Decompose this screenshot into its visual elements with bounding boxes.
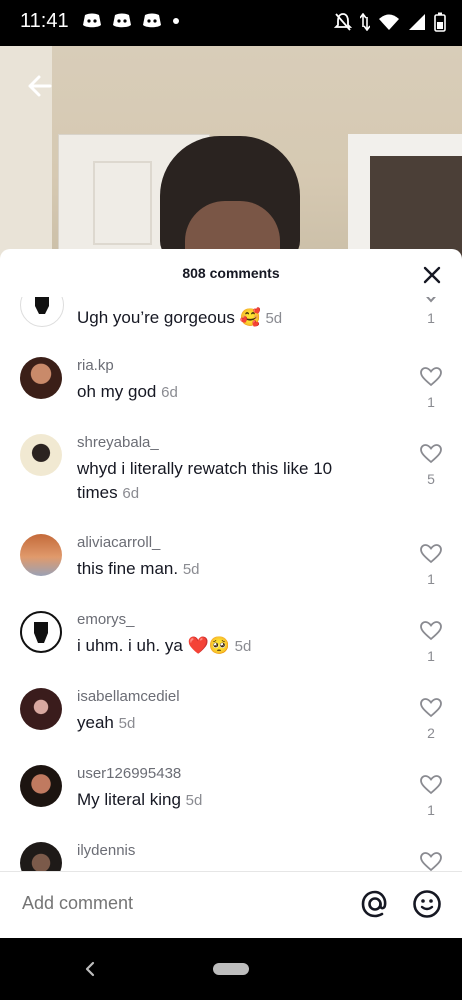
heart-outline-icon (420, 367, 442, 387)
close-icon (423, 266, 441, 284)
comment-text: this fine man. 5d (77, 559, 200, 578)
like-count: 1 (427, 394, 435, 410)
status-time: 11:41 (20, 10, 69, 32)
like-count: 1 (427, 571, 435, 587)
comment-time: 5d (185, 792, 203, 809)
comment-time: 6d (122, 485, 140, 502)
fist-icon (35, 297, 49, 314)
discord-icon (143, 13, 161, 28)
comment-input-bar (0, 871, 462, 938)
discord-icon (113, 13, 131, 28)
heart-outline-icon (420, 775, 442, 795)
system-nav-bar (0, 938, 462, 1000)
at-icon (361, 890, 387, 918)
comment-username[interactable]: aliviacarroll_ (77, 534, 160, 551)
avatar[interactable] (20, 534, 62, 576)
home-pill-icon[interactable] (213, 963, 249, 975)
heart-outline-icon (420, 621, 442, 641)
comment-username[interactable]: shreyabala_ (77, 434, 159, 451)
like-button[interactable]: 1 (420, 775, 442, 818)
notification-icons (82, 13, 180, 29)
status-right-icons (334, 12, 446, 32)
comment-time: 5d (182, 561, 200, 578)
mention-button[interactable] (360, 889, 390, 919)
avatar[interactable] (20, 842, 62, 871)
avatar[interactable] (20, 611, 62, 653)
video-door-right (348, 134, 462, 261)
avatar[interactable] (20, 357, 62, 399)
comment-text: yeah 5d (77, 713, 136, 732)
avatar[interactable] (20, 765, 62, 807)
signal-icon (409, 14, 425, 30)
comment-text: Ugh you’re gorgeous 🥰 5d (77, 308, 283, 327)
avatar[interactable] (20, 688, 62, 730)
comments-sheet: 808 comments Ugh you’re gorgeous 🥰 5d 1 … (0, 249, 462, 938)
like-count: 2 (427, 725, 435, 741)
comment-text: whyd i literally rewatch this like 10 ti… (77, 459, 333, 502)
battery-icon (434, 12, 446, 32)
comment-username[interactable]: ria.kp (77, 357, 114, 374)
comment-username[interactable]: emorys_ (77, 611, 135, 628)
comment-username[interactable]: isabellamcediel (77, 688, 180, 705)
dot-icon (173, 18, 179, 24)
data-icon (360, 13, 370, 31)
comment-text: i uhm. i uh. ya ❤️🥺 5d (77, 636, 252, 655)
heart-outline-icon (426, 297, 436, 303)
like-button[interactable] (420, 852, 442, 871)
avatar[interactable] (20, 297, 64, 327)
comment-time: 6d (161, 384, 178, 401)
mute-icon (334, 13, 352, 31)
like-button[interactable]: 1 (420, 367, 442, 410)
comment-time: 5d (234, 638, 252, 655)
like-count: 1 (427, 802, 435, 818)
comment-text: oh my god 6d (77, 382, 178, 401)
comment-text: My literal king 5d (77, 790, 203, 809)
like-button[interactable]: 5 (420, 444, 442, 487)
heart-outline-icon (420, 852, 442, 871)
like-button[interactable]: 1 (420, 297, 442, 326)
video-player[interactable] (0, 46, 462, 261)
comment-username[interactable]: user126995438 (77, 765, 181, 782)
comments-count-title: 808 comments (182, 265, 280, 281)
comments-header: 808 comments (0, 249, 462, 297)
like-button[interactable]: 2 (420, 698, 442, 741)
avatar[interactable] (20, 434, 62, 476)
nav-back-icon (85, 961, 95, 977)
comment-input[interactable] (20, 892, 344, 915)
discord-icon (83, 13, 101, 28)
comment-time: 5d (265, 310, 283, 327)
back-button[interactable] (22, 68, 58, 104)
heart-outline-icon (420, 444, 442, 464)
arrow-left-icon (28, 75, 52, 97)
comment-username[interactable]: ilydennis (77, 842, 135, 859)
like-count: 1 (427, 310, 435, 326)
status-bar: 11:41 (0, 0, 462, 46)
heart-outline-icon (420, 544, 442, 564)
nav-back-button[interactable] (80, 959, 100, 979)
emoji-icon (413, 890, 441, 918)
close-button[interactable] (420, 263, 444, 287)
heart-outline-icon (420, 698, 442, 718)
emoji-button[interactable] (412, 889, 442, 919)
like-count: 5 (427, 471, 435, 487)
fist-icon (34, 622, 48, 643)
like-button[interactable]: 1 (420, 621, 442, 664)
wifi-icon (379, 14, 399, 30)
comments-list[interactable]: Ugh you’re gorgeous 🥰 5d 1 ria.kp oh my … (0, 297, 462, 871)
comment-time: 5d (118, 715, 136, 732)
like-button[interactable]: 1 (420, 544, 442, 587)
like-count: 1 (427, 648, 435, 664)
